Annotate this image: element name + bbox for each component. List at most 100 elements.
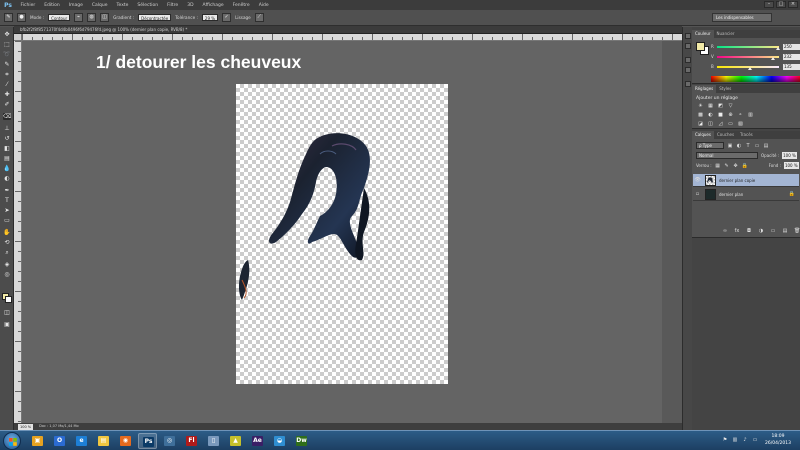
ruler-origin[interactable] [14, 34, 22, 41]
threshold-icon[interactable]: ◿ [717, 121, 724, 127]
pixel-filter-icon[interactable]: ▣ [727, 143, 733, 149]
tab-couleur[interactable]: Couleur [692, 30, 714, 38]
screen-mode-icon[interactable]: ▣ [3, 321, 11, 328]
new-group-icon[interactable]: ▭ [770, 228, 776, 234]
document-tab[interactable]: bfb2f2f8f8571370f4d4b0496f6d79476fd.jpeg… [14, 26, 682, 34]
clone-stamp-icon[interactable]: ⊥ [3, 125, 11, 132]
menu-fichier[interactable]: Fichier [16, 3, 40, 8]
color-lookup-icon[interactable]: ▥ [747, 112, 754, 118]
hand-tool-icon[interactable]: ✋ [3, 229, 11, 236]
menu-filtre[interactable]: Filtre [163, 3, 183, 8]
shape-filter-icon[interactable]: ▭ [754, 143, 760, 149]
blend-mode-select[interactable]: Normal [696, 152, 758, 159]
delete-layer-icon[interactable]: 🗑 [794, 228, 800, 234]
tool-preset-icon[interactable]: ✎ [4, 13, 13, 22]
blur-tool-icon[interactable]: 💧 [3, 165, 11, 172]
eye-icon[interactable]: 👁 [693, 177, 702, 183]
hue-saturation-icon[interactable]: ▩ [697, 112, 704, 118]
menu-calque[interactable]: Calque [87, 3, 112, 8]
crop-tool-icon[interactable]: ⌗ [3, 71, 11, 78]
pressure-icon[interactable]: ⟋ [254, 13, 264, 22]
menu-texte[interactable]: Texte [112, 3, 133, 8]
history-brush-icon[interactable]: ↺ [3, 135, 11, 142]
background-color-swatch[interactable] [5, 296, 12, 303]
vertical-ruler[interactable] [14, 41, 22, 423]
doc-size-info[interactable]: Doc : 1,07 Mo/1,44 Mo [39, 423, 78, 430]
sampling-swatch-icon[interactable]: ◫ [100, 13, 110, 22]
photo-filter-icon[interactable]: ⊕ [727, 112, 734, 118]
smooth-checkbox[interactable]: ✓ [222, 13, 232, 22]
history-panel-icon[interactable] [685, 33, 691, 39]
gradient-tool-icon[interactable]: ▤ [3, 155, 11, 162]
red-track[interactable] [717, 46, 779, 48]
limits-select[interactable]: Décontractée [138, 14, 172, 21]
path-selection-icon[interactable]: ➤ [3, 207, 11, 214]
brush-tool-icon[interactable]: ✐ [3, 101, 11, 108]
layer-name[interactable]: dernier plan copie [719, 178, 755, 183]
tab-reglages[interactable]: Réglages [692, 85, 717, 93]
lock-transparency-icon[interactable]: ▦ [715, 163, 721, 169]
taskbar-button-explorer[interactable]: ▣ [28, 433, 47, 449]
eye-off-icon[interactable]: ▫ [693, 191, 702, 197]
taskbar-button-cinema4d[interactable]: ◎ [160, 433, 179, 449]
start-button[interactable] [3, 432, 21, 450]
paragraph-panel-icon[interactable] [685, 67, 691, 73]
link-layers-icon[interactable]: ∞ [722, 228, 728, 234]
taskbar-button-winamp[interactable]: ▲ [226, 433, 245, 449]
eyedropper-tool-icon[interactable]: ⁄ [3, 81, 11, 88]
menu-aide[interactable]: Aide [254, 3, 273, 8]
green-knob[interactable] [771, 57, 776, 60]
new-layer-icon[interactable]: ▤ [782, 228, 788, 234]
move-tool-icon[interactable]: ✥ [3, 31, 11, 38]
gradient-map-icon[interactable]: ▭ [727, 121, 734, 127]
menu-image[interactable]: Image [64, 3, 87, 8]
properties-panel-icon[interactable] [685, 43, 691, 49]
taskbar-button-dreamweaver[interactable]: Dw [292, 433, 311, 449]
layer-name[interactable]: dernier plan [719, 192, 743, 197]
layer-style-icon[interactable]: fx [734, 228, 740, 234]
quick-mask-icon[interactable]: ◫ [3, 309, 11, 316]
new-adjustment-icon[interactable]: ◑ [758, 228, 764, 234]
lasso-tool-icon[interactable]: ➰ [3, 51, 11, 58]
taskbar-button-outlook[interactable]: O [50, 433, 69, 449]
3d-camera-icon[interactable]: ◎ [3, 271, 11, 278]
workspace-select[interactable]: Les indispensables [712, 13, 772, 22]
lock-position-icon[interactable]: ✥ [733, 163, 739, 169]
volume-icon[interactable]: ♪ [742, 437, 748, 443]
tab-couches[interactable]: Couches [714, 131, 737, 139]
taskbar-button-firefox[interactable]: ◉ [116, 433, 135, 449]
rotate-view-icon[interactable]: ⟲ [3, 239, 11, 246]
red-value[interactable]: 250 [783, 44, 800, 50]
tab-nuancier[interactable]: Nuancier [714, 30, 738, 38]
menu-affichage[interactable]: Affichage [198, 3, 228, 8]
image-canvas[interactable] [236, 84, 448, 384]
menu-fenetre[interactable]: Fenêtre [228, 3, 254, 8]
taskbar-button-internet-explorer[interactable]: e [72, 433, 91, 449]
flag-icon[interactable]: ⚑ [722, 437, 728, 443]
blue-value[interactable]: 135 [783, 64, 800, 70]
panel-foreground-swatch[interactable] [696, 42, 705, 51]
channel-mixer-icon[interactable]: ⚬ [737, 112, 744, 118]
clock[interactable]: 18:09 26/04/2013 [761, 433, 795, 447]
taskbar-button-messenger[interactable]: ◒ [270, 433, 289, 449]
quick-selection-tool-icon[interactable]: ✎ [3, 61, 11, 68]
brush-size-icon[interactable]: ● [17, 13, 26, 22]
adjustment-filter-icon[interactable]: ◐ [736, 143, 742, 149]
character-panel-icon[interactable] [685, 57, 691, 63]
taskbar-button-photoshop[interactable]: Ps [138, 433, 157, 449]
selective-color-icon[interactable]: ▧ [737, 121, 744, 127]
tab-styles[interactable]: Styles [716, 85, 734, 93]
layer-row-dernier-plan[interactable]: ▫ dernier plan 🔒 [693, 188, 799, 201]
dodge-tool-icon[interactable]: ◐ [3, 175, 11, 182]
menu-selection[interactable]: Sélection [133, 3, 163, 8]
taskbar-button-file-manager[interactable]: ▤ [94, 433, 113, 449]
type-filter-icon[interactable]: T [745, 143, 751, 149]
tab-calques[interactable]: Calques [692, 131, 714, 139]
invert-icon[interactable]: ◪ [697, 121, 704, 127]
lock-all-icon[interactable]: 🔒 [742, 163, 748, 169]
opacity-field[interactable]: 100 % [782, 152, 798, 159]
type-tool-icon[interactable]: T [3, 197, 11, 204]
eraser-tool-icon[interactable]: ◧ [3, 145, 11, 152]
posterize-icon[interactable]: ◫ [707, 121, 714, 127]
add-mask-icon[interactable]: ◘ [746, 228, 752, 234]
